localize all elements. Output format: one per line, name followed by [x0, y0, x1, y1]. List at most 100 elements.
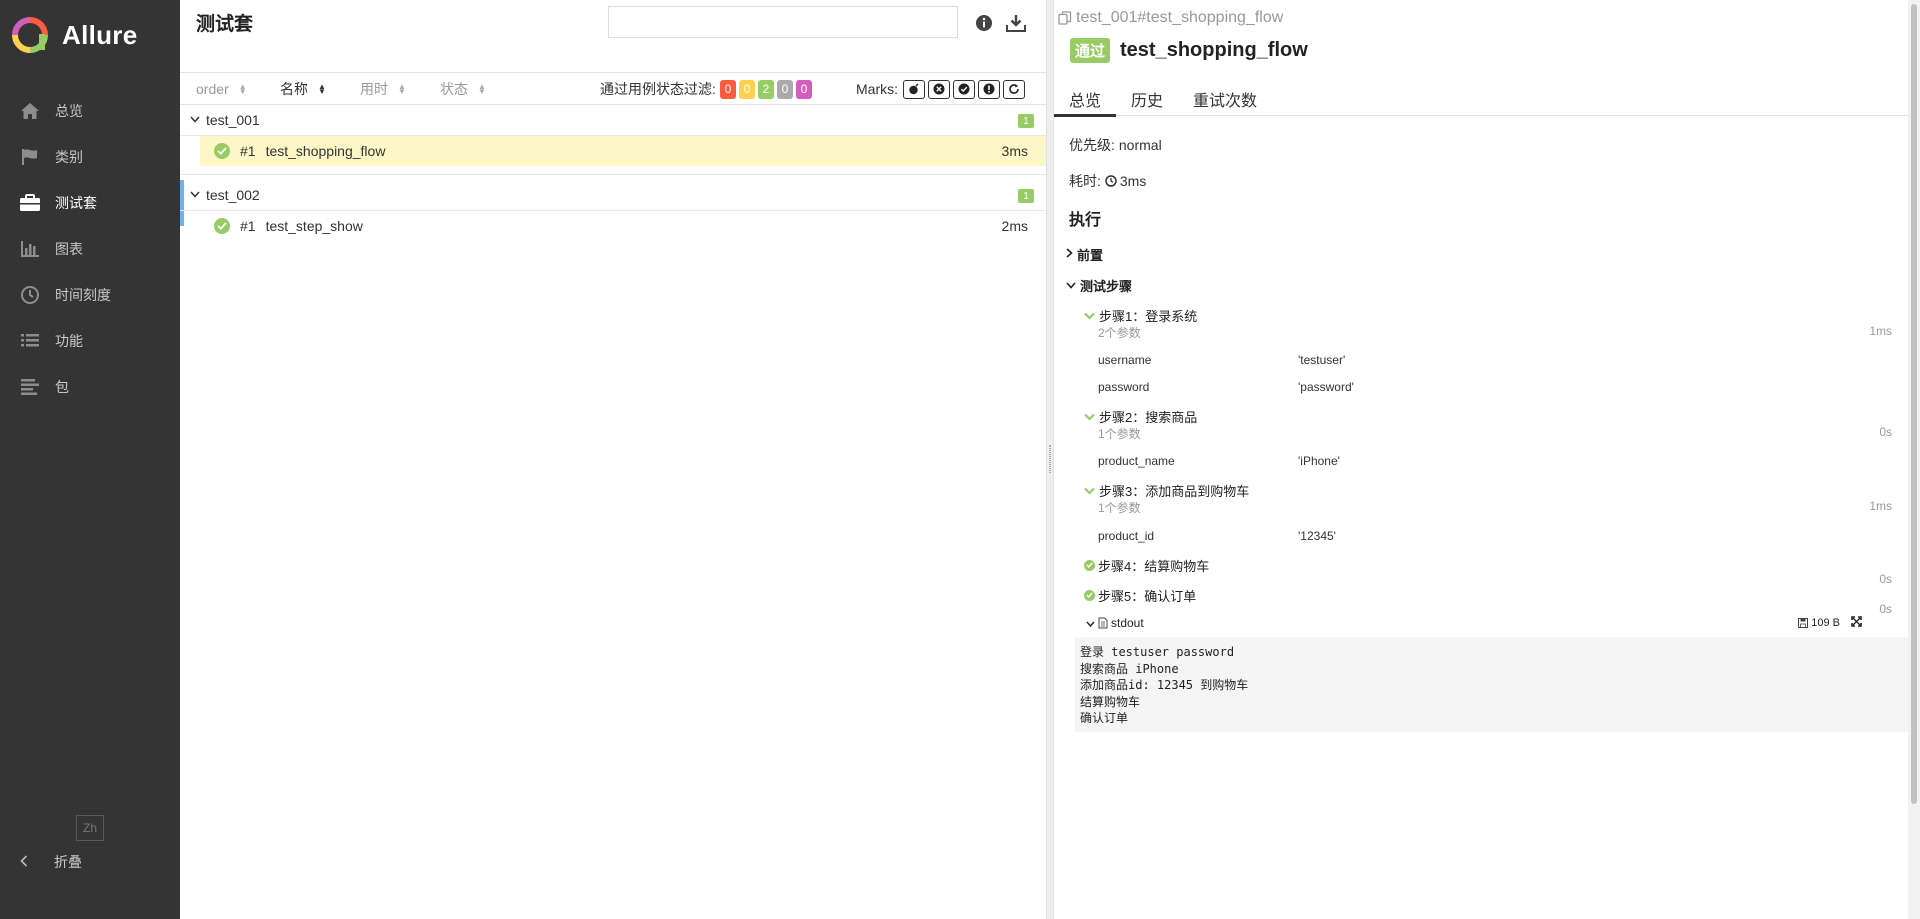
- download-icon[interactable]: [1005, 12, 1027, 34]
- test-name: test_shopping_flow: [265, 143, 386, 159]
- steps-toggle[interactable]: 测试步骤: [1066, 276, 1132, 295]
- sort-icon: ▲ ▼: [318, 82, 326, 96]
- sidebar-item-suites[interactable]: 测试套: [0, 180, 180, 226]
- param-name: password: [1098, 380, 1150, 394]
- step-item[interactable]: 步骤5：确认订单 0s: [1084, 586, 1892, 616]
- setup-label: 前置: [1077, 248, 1104, 263]
- sidebar-item-behaviors[interactable]: 功能: [0, 318, 180, 364]
- step-duration: 0s: [1879, 572, 1892, 586]
- stdout-label: stdout: [1111, 616, 1144, 630]
- pane-splitter[interactable]: [1046, 0, 1054, 919]
- filter-broken-badge[interactable]: 0: [739, 79, 755, 99]
- mark-new-passed-button[interactable]: [953, 79, 975, 99]
- status-filter: 0 0 2 0 0: [720, 79, 812, 99]
- param-value: 'password': [1298, 380, 1354, 394]
- param-value: 'iPhone': [1298, 454, 1340, 468]
- test-row[interactable]: #1 test_shopping_flow 3ms: [200, 136, 1046, 166]
- divider: [180, 72, 1046, 73]
- test-detail-pane: test_001#test_shopping_flow 通过 test_shop…: [1054, 0, 1908, 919]
- sidebar-item-label: 功能: [55, 333, 83, 349]
- home-icon: [19, 100, 41, 122]
- chevron-down-icon: [190, 189, 204, 201]
- tab-overview[interactable]: 总览: [1054, 82, 1117, 117]
- setup-toggle[interactable]: 前置: [1066, 245, 1103, 264]
- test-name-heading: test_shopping_flow: [1120, 39, 1308, 61]
- mark-retries-button[interactable]: [1003, 79, 1025, 99]
- test-title: 通过 test_shopping_flow: [1070, 38, 1308, 63]
- info-icon[interactable]: [973, 12, 995, 34]
- sort-bar: order ▲ ▼ 名称 ▲ ▼ 用时 ▲ ▼ 状态 ▲ ▼ 通过用例状态过滤: 0 0…: [180, 76, 1046, 102]
- language-switch[interactable]: Zh: [76, 815, 104, 841]
- sort-order[interactable]: order ▲ ▼: [196, 81, 247, 97]
- sidebar-item-categories[interactable]: 类别: [0, 134, 180, 180]
- mark-new-broken-button[interactable]: [978, 79, 1000, 99]
- sidebar-item-packages[interactable]: 包: [0, 364, 180, 410]
- expand-icon[interactable]: [1851, 616, 1862, 630]
- suite-group-header[interactable]: test_001 1: [180, 105, 1046, 135]
- step-param-count: 1个参数: [1098, 501, 1141, 515]
- search-input[interactable]: [608, 6, 958, 38]
- filter-skipped-badge[interactable]: 0: [777, 79, 793, 99]
- sidebar-item-label: 总览: [55, 103, 83, 119]
- detail-tabs: 总览 历史 重试次数: [1054, 82, 1908, 117]
- sidebar-item-label: 时间刻度: [55, 287, 111, 303]
- briefcase-icon: [19, 192, 41, 214]
- clock-icon: [1105, 175, 1117, 187]
- check-circle-icon: [214, 218, 230, 234]
- step-duration: 1ms: [1869, 324, 1892, 338]
- tab-history[interactable]: 历史: [1116, 82, 1178, 116]
- step-item[interactable]: 步骤2：搜索商品 1个参数 0s: [1084, 407, 1892, 441]
- step-item[interactable]: 步骤1：登录系统 2个参数 1ms: [1084, 306, 1892, 340]
- test-duration: 2ms: [1001, 218, 1028, 234]
- brand-name: Allure: [62, 19, 138, 50]
- tab-retries[interactable]: 重试次数: [1178, 82, 1272, 116]
- step-duration: 0s: [1879, 602, 1892, 616]
- check-circle-icon: [214, 143, 230, 159]
- stdout-attachment-header[interactable]: stdout 109 B: [1086, 616, 1902, 630]
- step-param-count: 2个参数: [1098, 326, 1141, 340]
- breadcrumb[interactable]: test_001#test_shopping_flow: [1058, 9, 1283, 27]
- divider: [180, 174, 1046, 175]
- step-title: 步骤2：搜索商品: [1099, 409, 1198, 425]
- collapse-button[interactable]: 折叠: [20, 852, 82, 872]
- test-number: #1: [240, 143, 256, 159]
- step-duration: 1ms: [1869, 499, 1892, 513]
- sort-name[interactable]: 名称 ▲ ▼: [280, 79, 326, 99]
- param-value: '12345': [1298, 529, 1336, 543]
- filter-passed-badge[interactable]: 2: [758, 79, 774, 99]
- step-title: 步骤5：确认订单: [1098, 588, 1197, 604]
- status-badge: 通过: [1070, 38, 1111, 63]
- filter-failed-badge[interactable]: 0: [720, 79, 736, 99]
- step-item[interactable]: 步骤3：添加商品到购物车 1个参数 1ms: [1084, 481, 1892, 515]
- suite-name: test_002: [206, 187, 260, 203]
- brand[interactable]: Allure: [0, 0, 180, 70]
- sidebar-item-label: 包: [55, 379, 69, 395]
- mark-new-failed-button[interactable]: [928, 79, 950, 99]
- check-circle-icon: [1084, 559, 1095, 571]
- sort-status[interactable]: 状态 ▲ ▼: [440, 79, 486, 99]
- passed-count-badge: 1: [1018, 189, 1034, 203]
- sidebar-item-overview[interactable]: 总览: [0, 88, 180, 134]
- filter-unknown-badge[interactable]: 0: [796, 79, 812, 99]
- sidebar-item-label: 图表: [55, 241, 83, 257]
- sidebar-item-graphs[interactable]: 图表: [0, 226, 180, 272]
- suite-group-header[interactable]: test_002 1: [180, 180, 1046, 210]
- chevron-down-icon: [1086, 616, 1095, 630]
- mark-flaky-button[interactable]: [903, 79, 925, 99]
- attachment-size-value: 109 B: [1811, 617, 1840, 629]
- sort-label: 名称: [280, 81, 308, 97]
- priority-label: 优先级:: [1069, 137, 1115, 153]
- chevron-down-icon: [1084, 308, 1095, 323]
- step-item[interactable]: 步骤4：结算购物车 0s: [1084, 556, 1892, 586]
- sort-duration[interactable]: 用时 ▲ ▼: [360, 79, 406, 99]
- scrollbar[interactable]: [1908, 0, 1920, 919]
- test-row[interactable]: #1 test_step_show 2ms: [200, 211, 1046, 241]
- scrollbar-thumb[interactable]: [1911, 4, 1917, 804]
- chevron-left-icon: [20, 854, 28, 870]
- copy-icon: [1058, 11, 1072, 25]
- param-name: username: [1098, 353, 1152, 367]
- page-title: 测试套: [196, 14, 254, 35]
- bomb-icon: [909, 83, 919, 95]
- passed-count-badge: 1: [1018, 114, 1034, 128]
- sidebar-item-timeline[interactable]: 时间刻度: [0, 272, 180, 318]
